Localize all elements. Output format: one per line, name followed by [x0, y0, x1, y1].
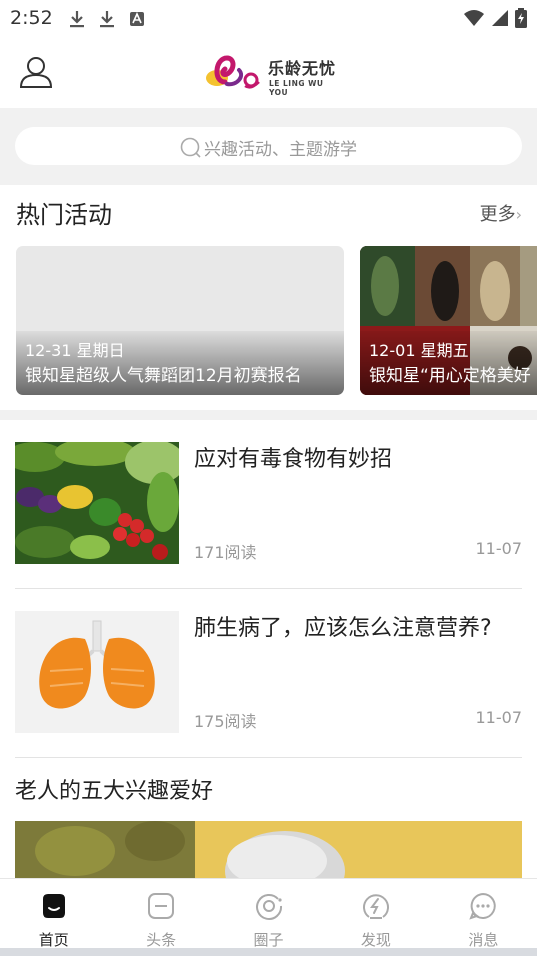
nav-message[interactable]: 消息: [430, 879, 537, 949]
status-bar: 2:52: [0, 0, 537, 38]
profile-icon[interactable]: [18, 54, 54, 90]
system-taskbar-strip: [0, 948, 537, 956]
feature-title[interactable]: 老人的五大兴趣爱好: [15, 773, 213, 805]
article-item[interactable]: 应对有毒食物有妙招 171阅读 11-07: [15, 442, 522, 572]
wifi-icon: [464, 10, 484, 26]
search-placeholder-row: 兴趣活动、主题游学: [15, 135, 522, 164]
article-date: 11-07: [475, 539, 523, 558]
article-thumbnail: [15, 611, 179, 733]
article-item[interactable]: 肺生病了，应该怎么注意营养? 175阅读 11-07: [15, 611, 522, 741]
nav-headline[interactable]: 头条: [107, 879, 214, 949]
discover-icon: [361, 891, 391, 921]
download-icon: [68, 9, 86, 29]
article-read-count: 171阅读: [194, 543, 257, 562]
nav-label: 消息: [468, 931, 499, 949]
app-notification-icon: [128, 9, 146, 29]
nav-label: 首页: [38, 931, 69, 949]
headline-icon: [146, 891, 176, 921]
search-input[interactable]: 兴趣活动、主题游学: [15, 127, 522, 165]
nav-circle[interactable]: 圈子: [215, 879, 322, 949]
status-time: 2:52: [10, 7, 53, 29]
system-status-icons: [463, 8, 527, 28]
nav-discover[interactable]: 发现: [322, 879, 429, 949]
battery-icon: [515, 8, 527, 28]
article-divider: [15, 757, 522, 758]
article-date: 11-07: [475, 708, 523, 727]
app-header: 乐龄无忧 LE LING WU YOU: [0, 38, 537, 108]
card-date: 12-01 星期五: [369, 341, 469, 360]
bottom-navigation: 首页 头条 圈子 发现 消息: [0, 878, 537, 949]
nav-home[interactable]: 首页: [0, 879, 107, 949]
feature-image[interactable]: [15, 821, 522, 878]
article-read-count: 175阅读: [194, 712, 257, 731]
logo-subtext: LE LING WU YOU: [269, 79, 324, 97]
notification-icons: [68, 9, 146, 29]
search-placeholder: 兴趣活动、主题游学: [204, 140, 357, 160]
article-divider: [15, 588, 522, 589]
article-title: 肺生病了，应该怎么注意营养?: [194, 616, 492, 641]
activity-card[interactable]: 12-01 星期五 银知星“用心定格美好: [360, 246, 537, 395]
message-icon: [468, 891, 498, 921]
activity-card[interactable]: 12-31 星期日 银知星超级人气舞蹈团12月初赛报名: [16, 246, 344, 395]
nav-label: 发现: [360, 931, 391, 949]
logo-text: 乐龄无忧: [268, 59, 337, 78]
home-icon: [39, 891, 69, 921]
card-date: 12-31 星期日: [25, 341, 125, 360]
nav-label: 圈子: [253, 931, 284, 949]
card-title: 银知星“用心定格美好: [369, 366, 531, 386]
article-thumbnail: [15, 442, 179, 564]
chevron-right-icon: ›: [515, 205, 522, 224]
circle-icon: [254, 891, 284, 921]
more-link[interactable]: 更多›: [480, 200, 522, 226]
card-title: 银知星超级人气舞蹈团12月初赛报名: [25, 366, 302, 386]
section-title: 热门活动: [16, 201, 112, 229]
signal-icon: [492, 10, 508, 26]
search-area: 兴趣活动、主题游学: [0, 108, 537, 185]
more-label: 更多: [479, 204, 516, 225]
article-title: 应对有毒食物有妙招: [194, 447, 393, 472]
nav-label: 头条: [146, 931, 177, 949]
app-logo: 乐龄无忧 LE LING WU YOU: [205, 52, 337, 97]
download-icon: [98, 9, 116, 29]
section-divider: [0, 410, 537, 420]
logo-mark-icon: [206, 55, 260, 89]
search-icon: [180, 137, 202, 164]
